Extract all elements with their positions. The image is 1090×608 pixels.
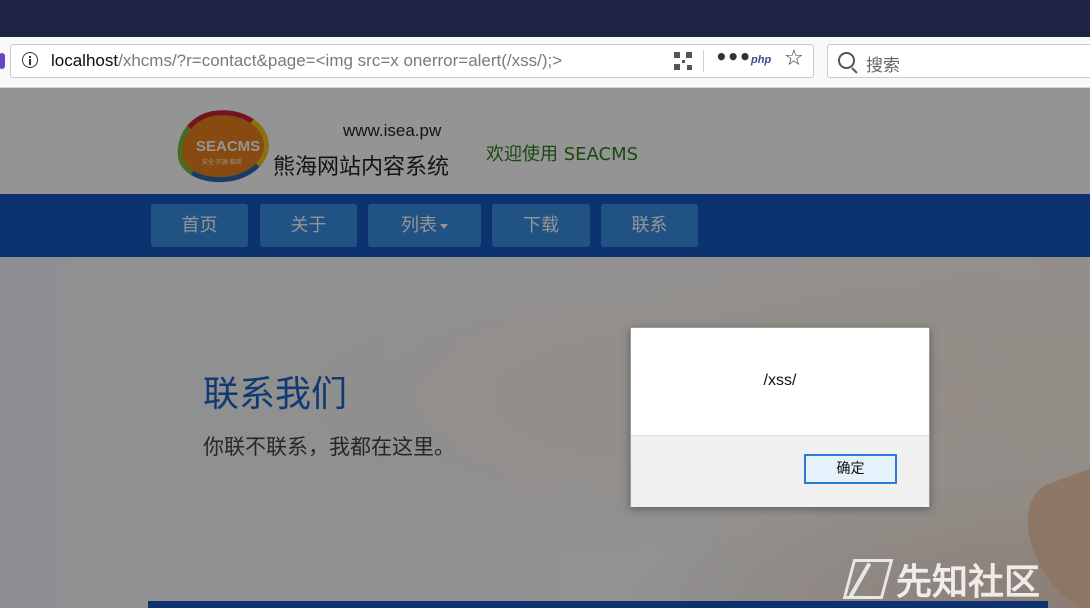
search-icon	[838, 52, 855, 69]
search-bar[interactable]: 搜索	[827, 44, 1090, 78]
bookmark-star-icon[interactable]: ☆	[784, 46, 804, 71]
url-bar[interactable]: localhost/xhcms/?r=contact&page=<img src…	[0, 44, 814, 78]
page-actions-more-icon[interactable]: •••	[715, 45, 751, 69]
browser-toolbar: localhost/xhcms/?r=contact&page=<img src…	[0, 37, 1090, 88]
search-input[interactable]: 搜索	[866, 51, 900, 76]
url-path: /xhcms/?r=contact&page=<img src=x onerro…	[118, 51, 563, 70]
url-bar-separator	[703, 50, 704, 72]
ok-button[interactable]: 确定	[804, 454, 897, 484]
watermark: 先知社区	[848, 553, 1041, 603]
alert-message: /xss/	[763, 372, 797, 389]
alert-dialog: /xss/ 确定	[630, 327, 930, 507]
info-icon[interactable]	[22, 52, 38, 68]
browser-titlebar	[0, 0, 1090, 37]
alert-footer: 确定	[631, 435, 929, 507]
php-extension-icon[interactable]: php	[751, 54, 771, 66]
watermark-text: 先知社区	[896, 562, 1041, 603]
qr-code-icon[interactable]	[674, 52, 692, 70]
watermark-logo-icon	[848, 557, 888, 601]
tab-edge-indicator	[0, 53, 5, 69]
url-host: localhost	[51, 51, 119, 70]
url-text[interactable]: localhost/xhcms/?r=contact&page=<img src…	[51, 51, 562, 71]
